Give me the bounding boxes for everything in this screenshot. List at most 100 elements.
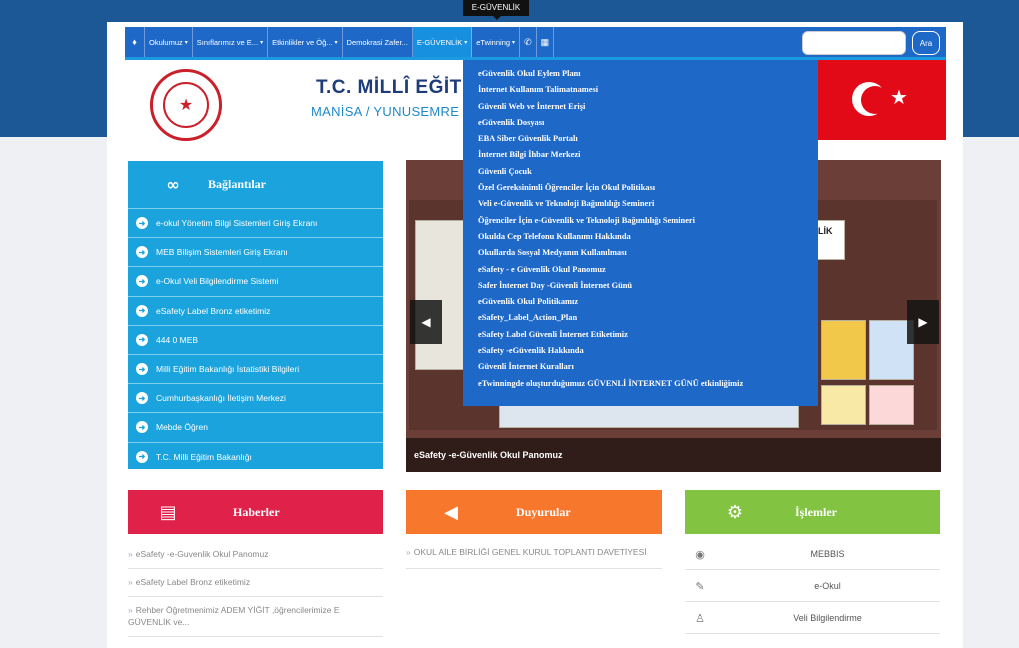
arrow-right-icon: ➜ [136,217,148,230]
link-item[interactable]: ➜ T.C. Milli Eğitim Bakanlığı [128,441,383,471]
arrow-right-icon: ➜ [136,450,148,463]
nav-etkinlikler[interactable]: Etkinlikler ve Öğ... ▾ [268,27,343,57]
nav-label: Sınıflarımız ve E... [196,37,259,47]
chevron-right-icon: » [406,547,411,557]
arrow-right-icon: ➜ [136,333,148,346]
dropdown-item[interactable]: Güvenli Çocuk [478,164,818,180]
link-item[interactable]: ➜ Mebde Öğren [128,412,383,441]
family-icon: ♙ [695,611,705,625]
slide-poster [821,385,866,425]
dropdown-item[interactable]: Güvenli Web ve İnternet Erişi [478,99,818,115]
news-item[interactable]: » Rehber Öğretmenimiz ADEM YİĞİT ,öğrenci… [128,604,383,637]
slider-prev-button[interactable]: ◀ [410,300,442,344]
nav-tooltip: E-GÜVENLİK [463,0,529,20]
home-icon[interactable]: ♦ [125,27,145,57]
link-label: e-okul Yönetim Bilgi Sistemleri Giriş Ek… [156,218,318,229]
nav-okulumuz[interactable]: Okulumuz ▾ [145,27,193,57]
turkish-flag: ★ [818,60,946,140]
dropdown-item[interactable]: eSafety Label Güvenli İnternet Etiketimi… [478,327,818,343]
news-item-label: eSafety -e-Guvenlik Okul Panomuz [135,549,269,559]
news-header: ▤ Haberler [128,490,383,534]
phone-icon[interactable]: ✆ [520,27,537,57]
dropdown-item[interactable]: Güvenli İnternet Kuralları [478,359,818,375]
site-subtitle: MANİSA / YUNUSEMRE [311,104,460,119]
link-label: eSafety Label Bronz etiketimiz [156,305,271,316]
arrow-right-icon: ➜ [136,275,148,288]
ops-item-mebbis[interactable]: ◉ MEBBIS [685,539,940,570]
dropdown-item[interactable]: eGüvenlik Dosyası [478,115,818,131]
news-title: Haberler [233,504,280,519]
links-title: Bağlantılar [208,177,267,191]
dropdown-item[interactable]: Veli e-Güvenlik ve Teknoloji Bağımlılığı… [478,196,818,212]
arrow-right-icon: ➜ [136,392,148,405]
dropdown-item[interactable]: Safer İnternet Day -Güvenli İnternet Gün… [478,278,818,294]
nav-label: Okulumuz [149,37,183,47]
nav-demokrasi[interactable]: Demokrasi Zafer... [343,27,413,57]
arrow-right-icon: ➜ [136,304,148,317]
link-item[interactable]: ➜ e-okul Yönetim Bilgi Sistemleri Giriş E… [128,208,383,237]
slide-poster: LİK [817,220,845,260]
nav-siniflar[interactable]: Sınıflarımız ve E... ▾ [193,27,269,57]
chevron-down-icon: ▾ [334,39,338,46]
news-item[interactable]: » eSafety -e-Guvenlik Okul Panomuz [128,548,383,569]
dropdown-item[interactable]: İnternet Bilgi İhbar Merkezi [478,147,818,163]
arrow-right-icon: ➜ [136,363,148,376]
link-item[interactable]: ➜ eSafety Label Bronz etiketimiz [128,295,383,325]
gears-icon: ⚙ [726,501,744,523]
eokul-icon: ✎ [695,579,705,593]
dropdown-item[interactable]: Öğrenciler İçin e-Güvenlik ve Teknoloji … [478,213,818,229]
dropdown-item[interactable]: eSafety_Label_Action_Plan [478,310,818,326]
ops-label: MEBBIS [810,549,845,559]
main-navbar: ♦ Okulumuz ▾ Sınıflarımız ve E... ▾ Etkinl… [125,27,946,60]
nav-label: eTwinning [476,37,511,47]
dropdown-item[interactable]: Okullarda Sosyal Medyanın Kullanılması [478,245,818,261]
dropdown-item[interactable]: EBA Siber Güvenlik Portalı [478,131,818,147]
news-item[interactable]: » eSafety Label Bronz etiketimiz [128,576,383,597]
nav-label: Demokrasi Zafer... [346,37,408,47]
operations-title: İşlemler [795,504,837,519]
links-header: ∞ Bağlantılar [128,161,383,208]
news-item-label: eSafety Label Bronz etiketimiz [135,577,251,587]
dropdown-item[interactable]: eSafety -eGüvenlik Hakkında [478,343,818,359]
site-title: T.C. MİLLÎ EĞİT [316,77,462,98]
dropdown-item[interactable]: eGüvenlik Okul Politikamız [478,294,818,310]
dropdown-item[interactable]: Okulda Cep Telefonu Kullanımı Hakkında [478,229,818,245]
chevron-right-icon: » [128,549,133,559]
search-button[interactable]: Ara [912,31,940,55]
ops-label: Veli Bilgilendirme [793,613,862,623]
announcement-label: OKUL AİLE BİRLİĞİ GENEL KURUL TOPLANTI D… [413,547,647,557]
link-item[interactable]: ➜ Milli Eğitim Bakanlığı İstatistiki Bilg… [128,353,383,383]
announcements-title: Duyurular [516,504,571,519]
dropdown-item[interactable]: eGüvenlik Okul Eylem Planı [478,66,818,82]
link-label: Milli Eğitim Bakanlığı İstatistiki Bilgi… [156,364,300,375]
dropdown-item[interactable]: eSafety - e Güvenlik Okul Panomuz [478,262,818,278]
logo-emblem-icon: ★ [163,82,209,128]
nav-label: Etkinlikler ve Öğ... [272,37,333,47]
chevron-right-icon: » [128,577,133,587]
ops-item-eokul[interactable]: ✎ e-Okul [685,571,940,602]
ops-item-veli[interactable]: ♙ Veli Bilgilendirme [685,603,940,634]
announcement-item[interactable]: » OKUL AİLE BİRLİĞİ GENEL KURUL TOPLANTI … [406,546,662,569]
link-label: MEB Bilişim Sistemleri Giriş Ekranı [156,247,288,258]
chevron-down-icon: ▾ [260,39,264,46]
link-item[interactable]: ➜ Cumhurbaşkanlığı İletişim Merkezi [128,383,383,412]
link-item[interactable]: ➜ 444 0 MEB [128,324,383,354]
news-item-label: Rehber Öğretmenimiz ADEM YİĞİT ,öğrencil… [128,605,340,627]
flag-star-icon: ★ [890,87,908,109]
dropdown-item[interactable]: İnternet Kullanım Talimatnamesi [478,82,818,98]
link-item[interactable]: ➜ MEB Bilişim Sistemleri Giriş Ekranı [128,237,383,266]
mebbis-icon: ◉ [695,547,705,561]
search-input[interactable] [802,31,906,55]
link-label: e-Okul Veli Bilgilendirme Sistemi [156,276,279,287]
nav-e-guvenlik[interactable]: E-GÜVENLİK ▾ [412,27,473,57]
slide-poster [869,385,914,425]
slider-next-button[interactable]: ▶ [907,300,939,344]
nav-etwinning[interactable]: eTwinning ▾ [472,27,521,57]
dropdown-item[interactable]: eTwinningde oluşturduğumuz GÜVENLİ İNTER… [478,376,818,392]
link-label: T.C. Milli Eğitim Bakanlığı [156,451,252,462]
dropdown-item[interactable]: Özel Gereksinimli Öğrenciler İçin Okul P… [478,180,818,196]
chevron-down-icon: ▾ [512,39,516,46]
link-item[interactable]: ➜ e-Okul Veli Bilgilendirme Sistemi [128,266,383,295]
ops-label: e-Okul [814,581,841,591]
sitemap-icon[interactable]: ▦ [537,27,555,57]
